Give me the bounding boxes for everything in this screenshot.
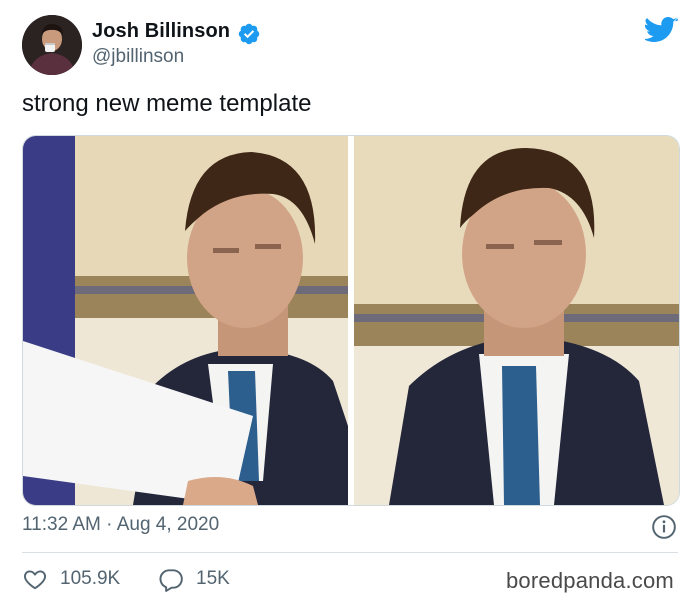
like-count: 105.9K — [60, 568, 121, 589]
like-button[interactable]: 105.9K — [22, 566, 120, 592]
verified-badge-icon — [238, 23, 260, 45]
media-image-1[interactable] — [23, 136, 348, 505]
media-image-2[interactable] — [354, 136, 679, 505]
tweet-timestamp[interactable]: 11:32 AM · Aug 4, 2020 — [22, 514, 219, 536]
tweet-text: strong new meme template — [22, 90, 312, 117]
heart-icon — [24, 570, 46, 590]
info-icon[interactable] — [651, 514, 677, 540]
author-name[interactable]: Josh Billinson — [92, 20, 230, 43]
meme-photo-reading — [23, 136, 348, 505]
meme-photo-squint — [354, 136, 679, 505]
author-handle[interactable]: @jbillinson — [92, 46, 184, 68]
avatar-image — [22, 15, 82, 75]
avatar[interactable] — [22, 15, 82, 75]
speech-bubble-icon — [159, 569, 183, 592]
twitter-bird-icon[interactable] — [645, 16, 679, 46]
reply-count: 15K — [196, 568, 230, 589]
tweet-card: Josh Billinson @jbillinson strong new me… — [0, 0, 700, 606]
watermark: boredpanda.com — [506, 568, 674, 593]
reply-button[interactable]: 15K — [158, 566, 230, 592]
media-grid[interactable] — [22, 135, 680, 506]
divider — [22, 552, 678, 553]
